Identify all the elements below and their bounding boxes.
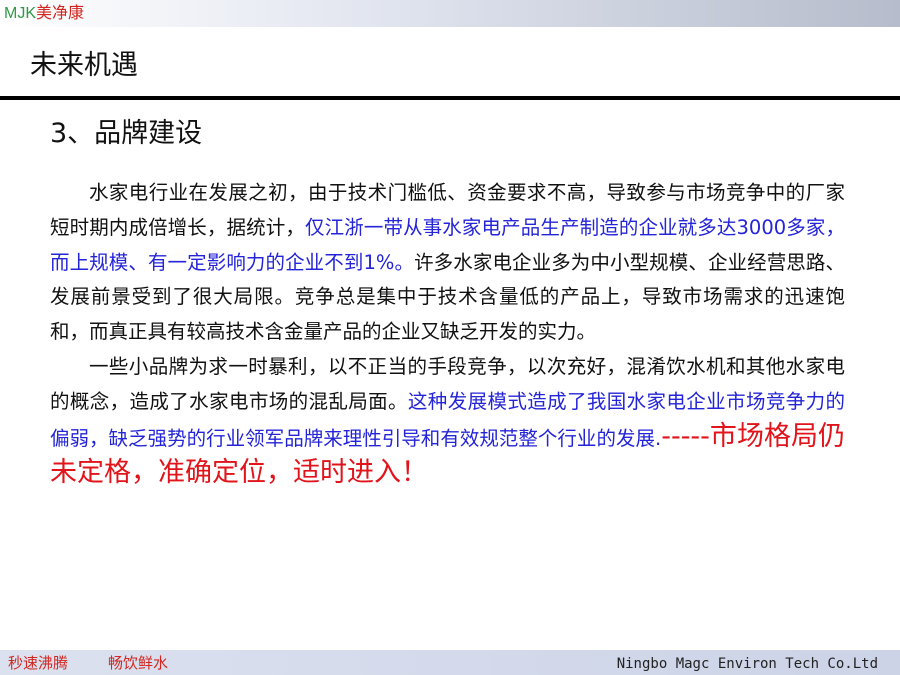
footer-slogan-1: 秒速沸腾 bbox=[8, 654, 69, 672]
brand-logo-latin: MJK bbox=[4, 5, 36, 22]
paragraph-2: 一些小品牌为求一时暴利，以不正当的手段竞争，以次充好，混淆饮水机和其他水家电的概… bbox=[50, 350, 845, 493]
title-divider bbox=[0, 96, 900, 100]
footer-slogan-2: 畅饮鲜水 bbox=[108, 654, 169, 672]
slide-title: 未来机遇 bbox=[30, 50, 138, 81]
section-heading: 3、品牌建设 bbox=[50, 118, 203, 149]
brand-logo-cjk: 美净康 bbox=[36, 3, 85, 22]
brand-logo: MJK美净康 bbox=[4, 3, 84, 24]
top-header-band bbox=[0, 0, 900, 27]
body-text: 水家电行业在发展之初，由于技术门槛低、资金要求不高，导致参与市场竞争中的厂家短时… bbox=[50, 176, 845, 493]
footer-company-name: Ningbo Magc Environ Tech Co.Ltd bbox=[616, 656, 878, 672]
paragraph-1: 水家电行业在发展之初，由于技术门槛低、资金要求不高，导致参与市场竞争中的厂家短时… bbox=[50, 176, 845, 350]
